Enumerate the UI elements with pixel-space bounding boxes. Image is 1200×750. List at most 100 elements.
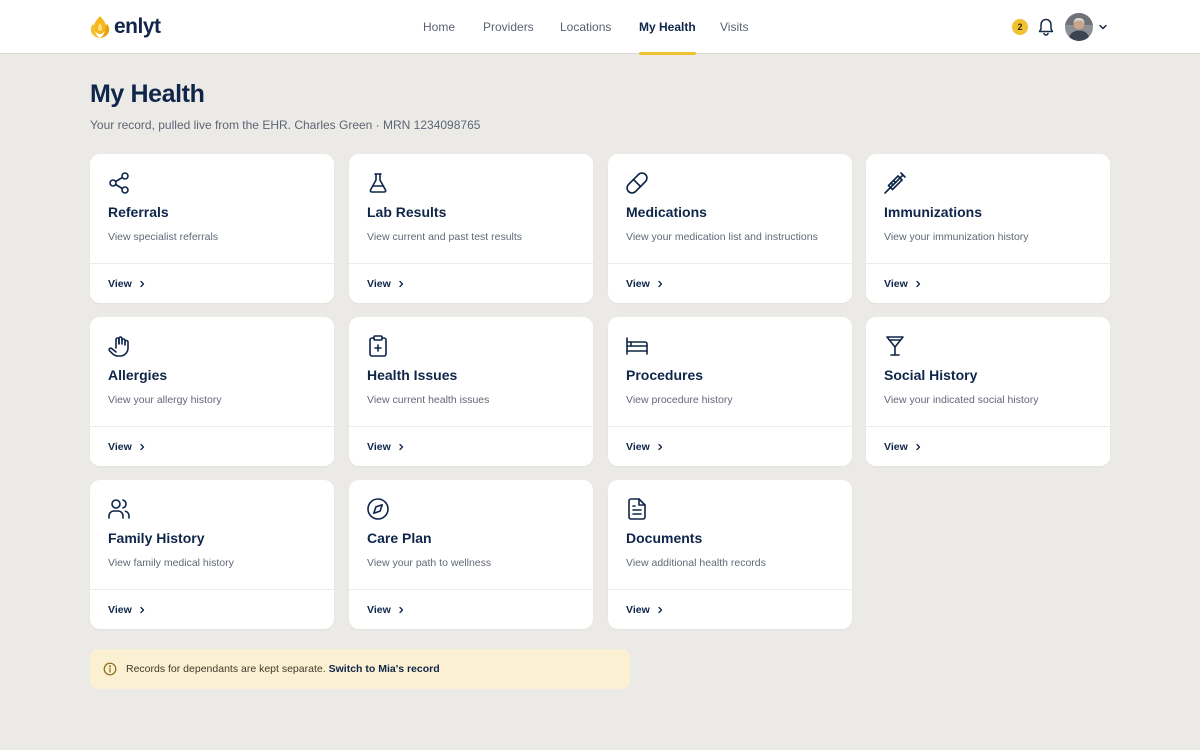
view-link-label: View	[367, 604, 391, 616]
chevron-right-icon	[140, 280, 144, 288]
view-link-label: View	[884, 441, 908, 453]
view-care-plan-link[interactable]: View	[367, 603, 406, 617]
flask-icon	[366, 171, 390, 195]
view-link-label: View	[108, 604, 132, 616]
nav-item-providers[interactable]: Providers	[483, 0, 534, 54]
card-divider	[866, 426, 1110, 427]
card-title: Documents	[626, 530, 703, 546]
card-title: Allergies	[108, 367, 168, 383]
card-description: View your indicated social history	[884, 394, 1039, 406]
card-allergies[interactable]: Allergies View your allergy history View	[90, 317, 334, 466]
card-description: View current health issues	[367, 394, 490, 406]
notice-text: Records for dependants are kept separate…	[126, 663, 326, 675]
page-subtitle: Your record, pulled live from the EHR. C…	[90, 118, 481, 132]
card-description: View your path to wellness	[367, 557, 492, 569]
card-divider	[90, 426, 334, 427]
card-title: Social History	[884, 367, 978, 383]
card-title: Family History	[108, 530, 205, 546]
chevron-right-icon	[916, 280, 920, 288]
card-immunizations[interactable]: Immunizations View your immunization his…	[866, 154, 1110, 303]
nav-item-locations[interactable]: Locations	[560, 0, 611, 54]
nav-item-my-health[interactable]: My Health	[639, 0, 696, 55]
view-family-history-link[interactable]: View	[108, 603, 147, 617]
card-description: View current and past test results	[367, 231, 523, 243]
view-documents-link[interactable]: View	[626, 603, 665, 617]
chevron-right-icon	[916, 443, 920, 451]
view-allergies-link[interactable]: View	[108, 440, 147, 454]
card-description: View your allergy history	[108, 394, 222, 406]
card-description: View specialist referrals	[108, 231, 219, 243]
dependants-notice: Records for dependants are kept separate…	[90, 649, 630, 689]
view-medications-link[interactable]: View	[626, 277, 665, 291]
clipboard-plus-icon	[366, 334, 390, 358]
view-referrals-link[interactable]: View	[108, 277, 147, 291]
card-referrals[interactable]: Referrals View specialist referrals View	[90, 154, 334, 303]
view-immunizations-link[interactable]: View	[884, 277, 923, 291]
card-lab-results[interactable]: Lab Results View current and past test r…	[349, 154, 593, 303]
card-procedures[interactable]: Procedures View procedure history View	[608, 317, 852, 466]
view-social-history-link[interactable]: View	[884, 440, 923, 454]
card-description: View procedure history	[626, 394, 733, 406]
view-link-label: View	[626, 278, 650, 290]
card-title: Medications	[626, 204, 707, 220]
nav-item-visits[interactable]: Visits	[720, 0, 748, 54]
cocktail-glass-icon	[883, 334, 907, 358]
card-divider	[866, 263, 1110, 264]
card-title: Referrals	[108, 204, 169, 220]
card-title: Health Issues	[367, 367, 458, 383]
view-procedures-link[interactable]: View	[626, 440, 665, 454]
card-title: Immunizations	[884, 204, 983, 220]
brand-logo[interactable]: enlyt	[89, 14, 161, 40]
view-link-label: View	[367, 441, 391, 453]
card-description: View family medical history	[108, 557, 234, 569]
pill-icon	[625, 171, 649, 195]
card-divider	[608, 263, 852, 264]
chevron-right-icon	[140, 606, 144, 614]
card-medications[interactable]: Medications View your medication list an…	[608, 154, 852, 303]
notification-count-badge[interactable]: 2	[1012, 19, 1028, 35]
flame-logo-icon	[90, 16, 110, 38]
view-health-issues-link[interactable]: View	[367, 440, 406, 454]
card-divider	[90, 589, 334, 590]
compass-icon	[366, 497, 390, 521]
switch-record-link[interactable]: Switch to Mia's record	[329, 663, 440, 675]
card-divider	[608, 589, 852, 590]
share-nodes-icon	[107, 171, 131, 195]
view-link-label: View	[626, 441, 650, 453]
chevron-down-icon[interactable]	[1097, 21, 1109, 33]
view-link-label: View	[884, 278, 908, 290]
chevron-right-icon	[399, 606, 403, 614]
info-circle-icon	[103, 662, 117, 676]
card-documents[interactable]: Documents View additional health records…	[608, 480, 852, 629]
card-health-issues[interactable]: Health Issues View current health issues…	[349, 317, 593, 466]
chevron-right-icon	[658, 443, 662, 451]
top-navigation-bar: enlyt Home Providers Locations My Health…	[0, 0, 1200, 55]
chevron-right-icon	[399, 280, 403, 288]
chevron-right-icon	[658, 280, 662, 288]
view-link-label: View	[367, 278, 391, 290]
hand-icon	[107, 334, 131, 358]
card-title: Procedures	[626, 367, 704, 383]
card-divider	[349, 426, 593, 427]
card-care-plan[interactable]: Care Plan View your path to wellness Vie…	[349, 480, 593, 629]
card-social-history[interactable]: Social History View your indicated socia…	[866, 317, 1110, 466]
syringe-icon	[883, 171, 907, 195]
card-divider	[349, 263, 593, 264]
view-link-label: View	[626, 604, 650, 616]
nav-item-home[interactable]: Home	[423, 0, 455, 54]
user-avatar[interactable]	[1065, 13, 1093, 41]
card-description: View your immunization history	[884, 231, 1029, 243]
chevron-right-icon	[658, 606, 662, 614]
page-title: My Health	[90, 80, 205, 108]
card-description: View your medication list and instructio…	[626, 231, 818, 243]
view-link-label: View	[108, 441, 132, 453]
bell-icon[interactable]	[1037, 17, 1055, 37]
card-title: Care Plan	[367, 530, 432, 546]
chevron-right-icon	[140, 443, 144, 451]
card-divider	[90, 263, 334, 264]
view-lab-results-link[interactable]: View	[367, 277, 406, 291]
card-family-history[interactable]: Family History View family medical histo…	[90, 480, 334, 629]
users-icon	[107, 497, 131, 521]
view-link-label: View	[108, 278, 132, 290]
card-description: View additional health records	[626, 557, 766, 569]
